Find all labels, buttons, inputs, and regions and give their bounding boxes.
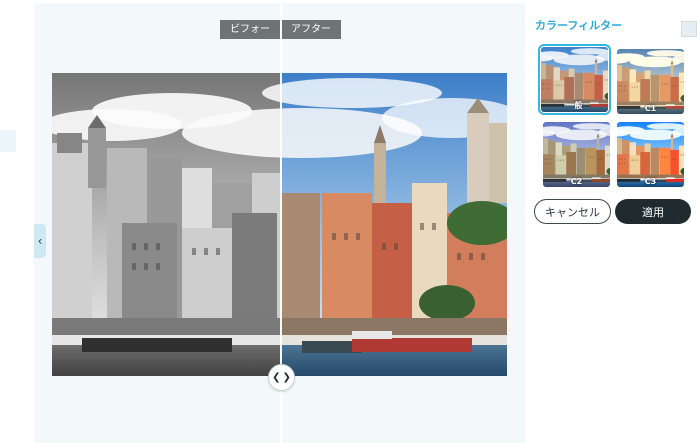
- color-filter-title: カラーフィルター: [535, 19, 623, 32]
- collapse-panel-handle[interactable]: ‹: [34, 224, 46, 258]
- filter-label: 一般: [566, 101, 583, 110]
- page-edge-strip: [0, 130, 16, 152]
- after-label: アフター: [281, 20, 341, 39]
- cancel-button[interactable]: キャンセル: [534, 199, 611, 224]
- filter-c1[interactable]: C1: [617, 49, 684, 114]
- filter-c2[interactable]: C2: [543, 122, 610, 187]
- apply-button[interactable]: 適用: [615, 199, 691, 224]
- before-label: ビフォー: [220, 20, 280, 39]
- filter-label: C1: [644, 104, 657, 113]
- divider-drag-handle[interactable]: ❮ ❯: [268, 364, 295, 391]
- before-image: [52, 73, 280, 376]
- chevron-right-icon: ❯: [282, 372, 291, 383]
- filter-label: C2: [570, 177, 583, 186]
- chevron-left-icon: ‹: [37, 234, 43, 248]
- filter-c3[interactable]: C3: [617, 122, 684, 187]
- chevron-left-icon: ❮: [272, 372, 281, 383]
- filter-label: C3: [644, 177, 657, 186]
- panel-thumbnail-icon[interactable]: [681, 21, 697, 37]
- filter-general[interactable]: 一般: [538, 44, 611, 115]
